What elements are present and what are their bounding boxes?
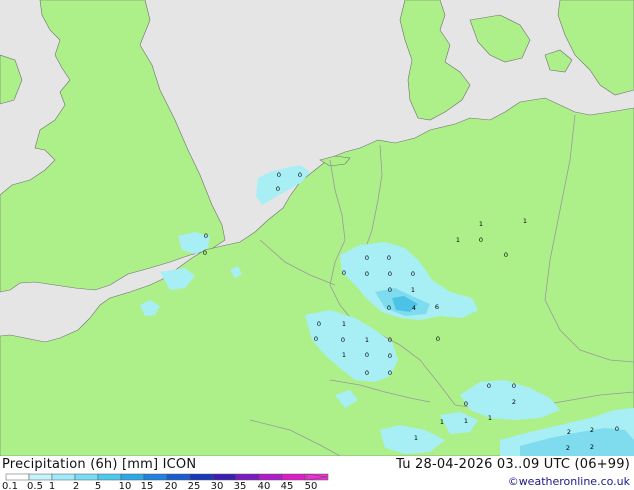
precip-value-label: 0: [298, 171, 302, 179]
legend-tick-label: 50: [305, 481, 318, 490]
legend-tick-label: 25: [188, 481, 201, 490]
legend-tick-label: 0.5: [27, 481, 43, 490]
legend-swatch: [5, 473, 30, 481]
legend-swatch: [143, 473, 168, 481]
legend-ticks: 0.1 0.5 1 2 5 10 15 20 25 30 35 40 45 50: [2, 481, 317, 490]
precip-value-label: 0: [464, 400, 468, 408]
legend-tick-label: 30: [211, 481, 224, 490]
precip-value-label: 0: [387, 304, 391, 312]
precip-value-label: 2: [590, 426, 594, 434]
precip-value-label: 0: [342, 269, 346, 277]
legend-tick-label: 45: [281, 481, 294, 490]
map-title: Precipitation (6h) [mm] ICON: [2, 457, 197, 472]
legend-tick-label: 10: [119, 481, 132, 490]
legend-swatch: [120, 473, 145, 481]
legend-tick-label: 5: [95, 481, 101, 490]
precip-value-label: 1: [464, 417, 468, 425]
legend-swatch: [212, 473, 237, 481]
precip-value-label: 1: [342, 351, 346, 359]
precip-value-label: 0: [504, 251, 508, 259]
legend-tick-label: 2: [73, 481, 79, 490]
precip-value-label: 0: [436, 335, 440, 343]
precip-value-label: 0: [365, 369, 369, 377]
precip-value-label: 1: [414, 434, 418, 442]
precip-value-label: 1: [456, 236, 460, 244]
precip-value-label: 0: [203, 249, 207, 257]
legend-tick-label: 0.1: [2, 481, 18, 490]
precip-value-label: 6: [435, 303, 439, 311]
precip-value-label: 0: [615, 425, 619, 433]
precip-value-label: 0: [277, 171, 281, 179]
credit-link[interactable]: ©weatheronline.co.uk: [508, 475, 630, 488]
precip-value-label: 4: [412, 304, 416, 312]
legend-swatch: [28, 473, 53, 481]
precipitation-legend: 0.1 0.5 1 2 5 10 15 20 25 30 35 40 45 50: [2, 473, 329, 490]
precip-value-label: 0: [388, 270, 392, 278]
precip-value-label: 0: [388, 286, 392, 294]
legend-tick-label: 15: [141, 481, 154, 490]
precip-value-label: 1: [488, 414, 492, 422]
legend-tick-label: 35: [234, 481, 247, 490]
precip-value-label: 1: [342, 320, 346, 328]
precip-value-label: 0: [479, 236, 483, 244]
precip-value-label: 0: [411, 270, 415, 278]
legend-swatch: [189, 473, 214, 481]
valid-time: Tu 28-04-2026 03..09 UTC (06+99): [396, 457, 630, 472]
legend-swatch: [166, 473, 191, 481]
precip-value-label: 0: [487, 382, 491, 390]
precip-value-label: 0: [365, 270, 369, 278]
precip-value-label: 0: [512, 382, 516, 390]
legend-swatch: [258, 473, 283, 481]
precip-value-label: 0: [388, 369, 392, 377]
precip-value-label: 0: [365, 351, 369, 359]
precip-value-label: 0: [388, 336, 392, 344]
legend-tick-label: 20: [165, 481, 178, 490]
precip-value-label: 1: [440, 418, 444, 426]
precip-value-label: 1: [365, 336, 369, 344]
legend-tick-label: 40: [258, 481, 271, 490]
precip-value-label: 0: [204, 232, 208, 240]
legend-swatch: [74, 473, 99, 481]
precip-value-label: 2: [512, 398, 516, 406]
legend-swatches: [5, 473, 329, 481]
precip-value-label: 1: [411, 286, 415, 294]
precip-value-label: 2: [566, 444, 570, 452]
precip-value-label: 2: [590, 443, 594, 451]
legend-swatch: [51, 473, 76, 481]
legend-tick-label: 1: [49, 481, 55, 490]
precip-value-label: 0: [365, 254, 369, 262]
legend-swatch: [235, 473, 260, 481]
legend-swatch: [97, 473, 122, 481]
precip-value-label: 0: [387, 254, 391, 262]
precipitation-map: 0 0 0 0 0 0 0 0 0 0 0 0 1 0 4 6 1 0 1 1 0 0 1 0 0 1 0 0 1 0 0 0 0 2 0 0 1 0 1 1…: [0, 0, 634, 456]
precip-value-label: 1: [523, 217, 527, 225]
legend-swatch: [281, 473, 306, 481]
precip-value-label: 0: [388, 352, 392, 360]
precip-value-label: 0: [276, 185, 280, 193]
precip-value-label: 0: [317, 320, 321, 328]
precip-value-label: 1: [479, 220, 483, 228]
precip-value-label: 0: [314, 335, 318, 343]
precip-value-label: 2: [567, 428, 571, 436]
precip-value-label: 0: [341, 336, 345, 344]
